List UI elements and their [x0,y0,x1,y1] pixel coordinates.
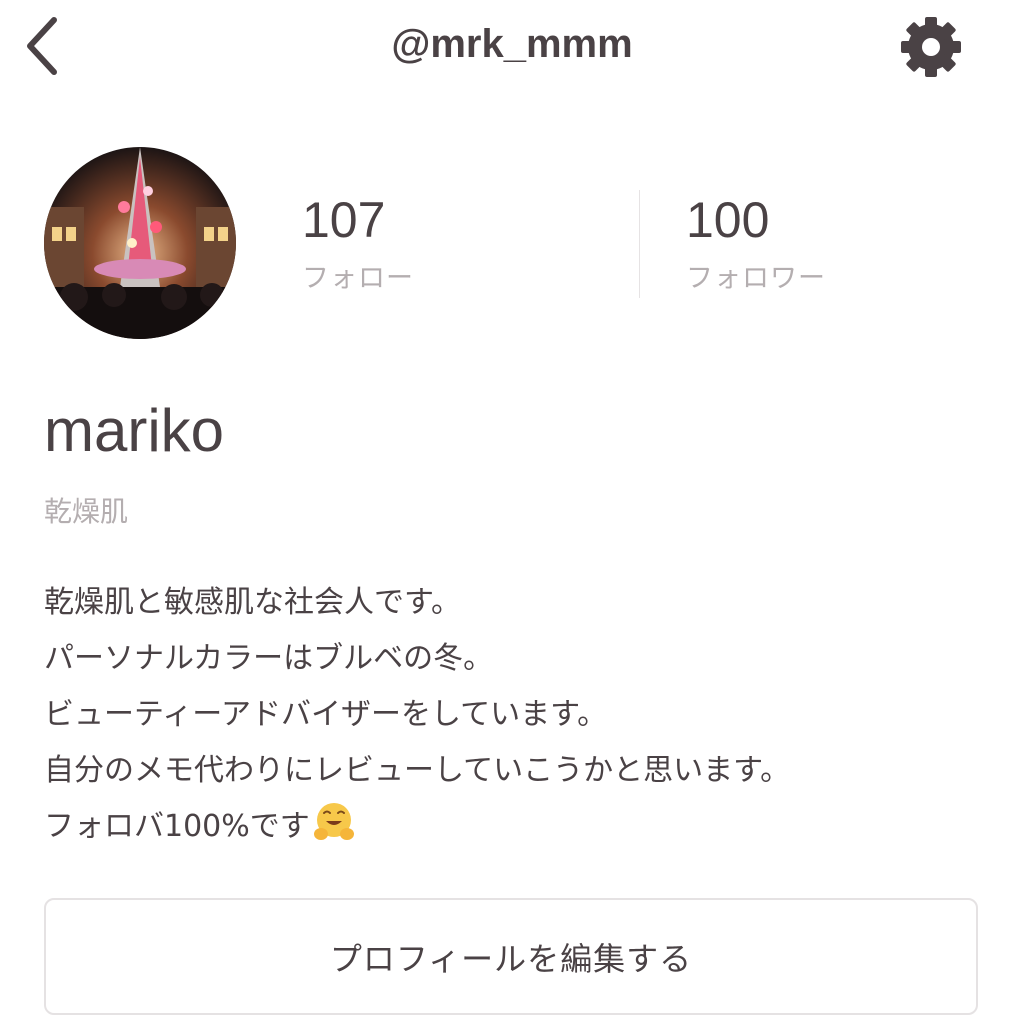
gear-icon [901,17,961,77]
followers-stat[interactable]: 100 フォロワー [686,190,826,295]
following-label: フォロー [302,263,414,294]
hugging-face-emoji [312,800,356,844]
avatar-photo [44,147,236,339]
bio-line: ビューティーアドバイザーをしています。 [44,697,608,732]
top-bar: @mrk_mmm [0,0,1024,96]
display-name: mariko [44,397,225,464]
bio-line-last: フォロバ100%です [44,799,984,855]
bio-line: パーソナルカラーはブルベの冬。 [44,641,494,676]
settings-button[interactable] [896,12,966,82]
avatar[interactable] [44,147,236,339]
page-title: @mrk_mmm [391,22,633,66]
bio-line: 乾燥肌と敏感肌な社会人です。 [44,585,461,620]
following-stat[interactable]: 107 フォロー [302,190,414,295]
edit-profile-label: プロフィールを編集する [329,939,693,978]
followers-count: 100 [686,192,770,248]
following-count: 107 [302,192,386,248]
stat-divider [639,190,640,298]
bio-line: 自分のメモ代わりにレビューしていこうかと思います。 [44,753,791,788]
followers-label: フォロワー [686,263,826,294]
bio: 乾燥肌と敏感肌な社会人です。 パーソナルカラーはブルベの冬。 ビューティーアドバ… [44,575,984,855]
skin-type-tag: 乾燥肌 [44,495,129,528]
bio-line-text: フォロバ100%です [44,809,310,844]
edit-profile-button[interactable]: プロフィールを編集する [44,898,978,1015]
